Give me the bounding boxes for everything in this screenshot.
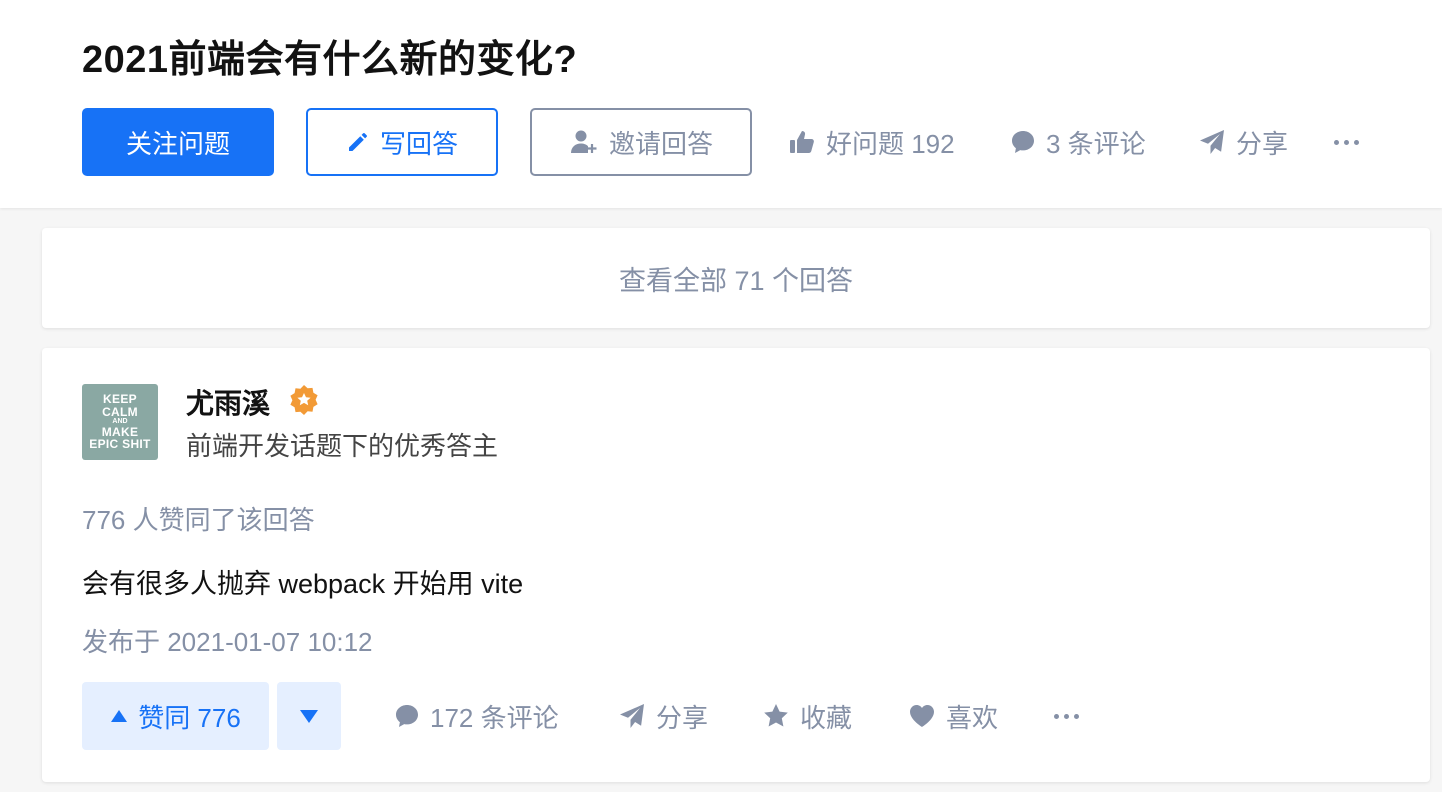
follow-question-label: 关注问题: [125, 128, 230, 159]
like-label: 喜欢: [946, 702, 999, 733]
view-all-answers-label: 查看全部 71 个回答: [618, 265, 854, 296]
answer-comments-label: 172 条评论: [430, 702, 559, 733]
like-button[interactable]: 喜欢: [908, 692, 998, 740]
answer-content: 会有很多人抛弃 webpack 开始用 vite: [82, 569, 524, 599]
author-name[interactable]: 尤雨溪: [186, 382, 270, 422]
vote-up-label: 赞同 776: [138, 702, 241, 733]
badge-icon: [290, 385, 318, 415]
answer-comments-button[interactable]: 172 条评论: [394, 692, 559, 740]
author-headline: 前端开发话题下的优秀答主: [186, 431, 499, 461]
invite-answer-label: 邀请回答: [608, 128, 713, 159]
question-share-button[interactable]: 分享: [1198, 118, 1288, 166]
answer-share-button[interactable]: 分享: [618, 692, 708, 740]
avatar-line: CALM: [102, 404, 138, 419]
follow-question-button[interactable]: 关注问题: [82, 108, 274, 176]
collect-button[interactable]: 收藏: [762, 692, 852, 740]
question-more-icon[interactable]: [1334, 118, 1359, 166]
view-all-answers-card[interactable]: 查看全部 71 个回答: [42, 228, 1430, 328]
pencil-icon: [348, 133, 367, 151]
vote-up-button[interactable]: 赞同 776: [82, 682, 269, 750]
answer-more-icon[interactable]: [1054, 692, 1079, 740]
invite-answer-button[interactable]: 邀请回答: [530, 108, 752, 176]
invite-user-icon: [570, 130, 597, 153]
answer-card: KEEP CALM AND MAKE EPIC SHIT 尤雨溪 前端开发话题下…: [42, 348, 1430, 782]
collect-label: 收藏: [800, 702, 853, 733]
question-header: 2021前端会有什么新的变化? 关注问题 写回答 邀请回答 好问题 192 3 …: [0, 0, 1442, 208]
vote-down-button[interactable]: [277, 682, 341, 750]
question-comments-label: 3 条评论: [1046, 128, 1146, 159]
avatar-line: EPIC SHIT: [89, 437, 151, 452]
answer-share-label: 分享: [656, 702, 709, 733]
publish-time[interactable]: 发布于 2021-01-07 10:12: [82, 622, 373, 659]
question-title: 2021前端会有什么新的变化?: [82, 39, 578, 81]
write-answer-label: 写回答: [379, 128, 458, 159]
good-question-label: 好问题 192: [826, 128, 955, 159]
comment-icon: [396, 705, 418, 727]
share-icon: [620, 704, 644, 728]
good-question-button[interactable]: 好问题 192: [788, 118, 955, 166]
thumbs-up-icon: [790, 131, 814, 153]
avatar-line: KEEP: [103, 392, 137, 407]
vote-summary: 776 人赞同了该回答: [82, 505, 315, 535]
heart-icon: [910, 705, 934, 727]
star-icon: [764, 704, 788, 727]
question-share-label: 分享: [1236, 128, 1289, 159]
share-icon: [1200, 130, 1224, 154]
question-comments-button[interactable]: 3 条评论: [1010, 118, 1146, 166]
avatar[interactable]: KEEP CALM AND MAKE EPIC SHIT: [82, 384, 158, 460]
triangle-up-icon: [111, 710, 128, 722]
write-answer-button[interactable]: 写回答: [306, 108, 498, 176]
comment-icon: [1012, 131, 1034, 153]
triangle-down-icon: [300, 710, 318, 723]
